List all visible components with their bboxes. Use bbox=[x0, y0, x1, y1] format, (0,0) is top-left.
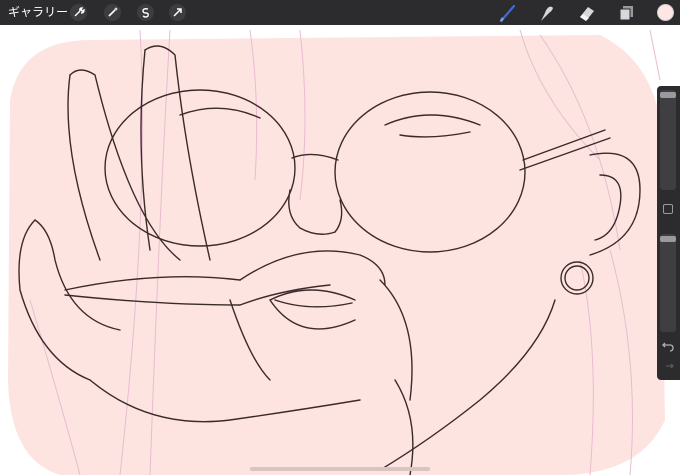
layers-icon[interactable] bbox=[616, 3, 636, 23]
top-toolbar: ギャラリー bbox=[0, 0, 680, 25]
gallery-button[interactable]: ギャラリー bbox=[8, 4, 68, 20]
opacity-thumb[interactable] bbox=[660, 236, 676, 242]
drawing-canvas[interactable] bbox=[0, 25, 680, 475]
smudge-icon[interactable] bbox=[537, 3, 557, 23]
transform-arrow-icon[interactable] bbox=[169, 4, 186, 21]
brush-size-slider[interactable] bbox=[660, 90, 676, 190]
redo-icon[interactable] bbox=[661, 360, 675, 374]
modify-button[interactable] bbox=[663, 204, 673, 214]
pink-fill-shape bbox=[8, 35, 665, 475]
magic-wand-icon[interactable] bbox=[104, 4, 121, 21]
brush-size-thumb[interactable] bbox=[660, 92, 676, 98]
side-toolbar bbox=[657, 86, 680, 380]
wrench-icon[interactable] bbox=[70, 4, 87, 21]
undo-icon[interactable] bbox=[661, 339, 675, 353]
eraser-icon[interactable] bbox=[577, 3, 597, 23]
opacity-slider[interactable] bbox=[660, 234, 676, 332]
home-indicator bbox=[250, 467, 430, 471]
brush-icon[interactable] bbox=[498, 3, 518, 23]
color-swatch[interactable] bbox=[657, 4, 674, 21]
selection-icon[interactable] bbox=[137, 4, 154, 21]
